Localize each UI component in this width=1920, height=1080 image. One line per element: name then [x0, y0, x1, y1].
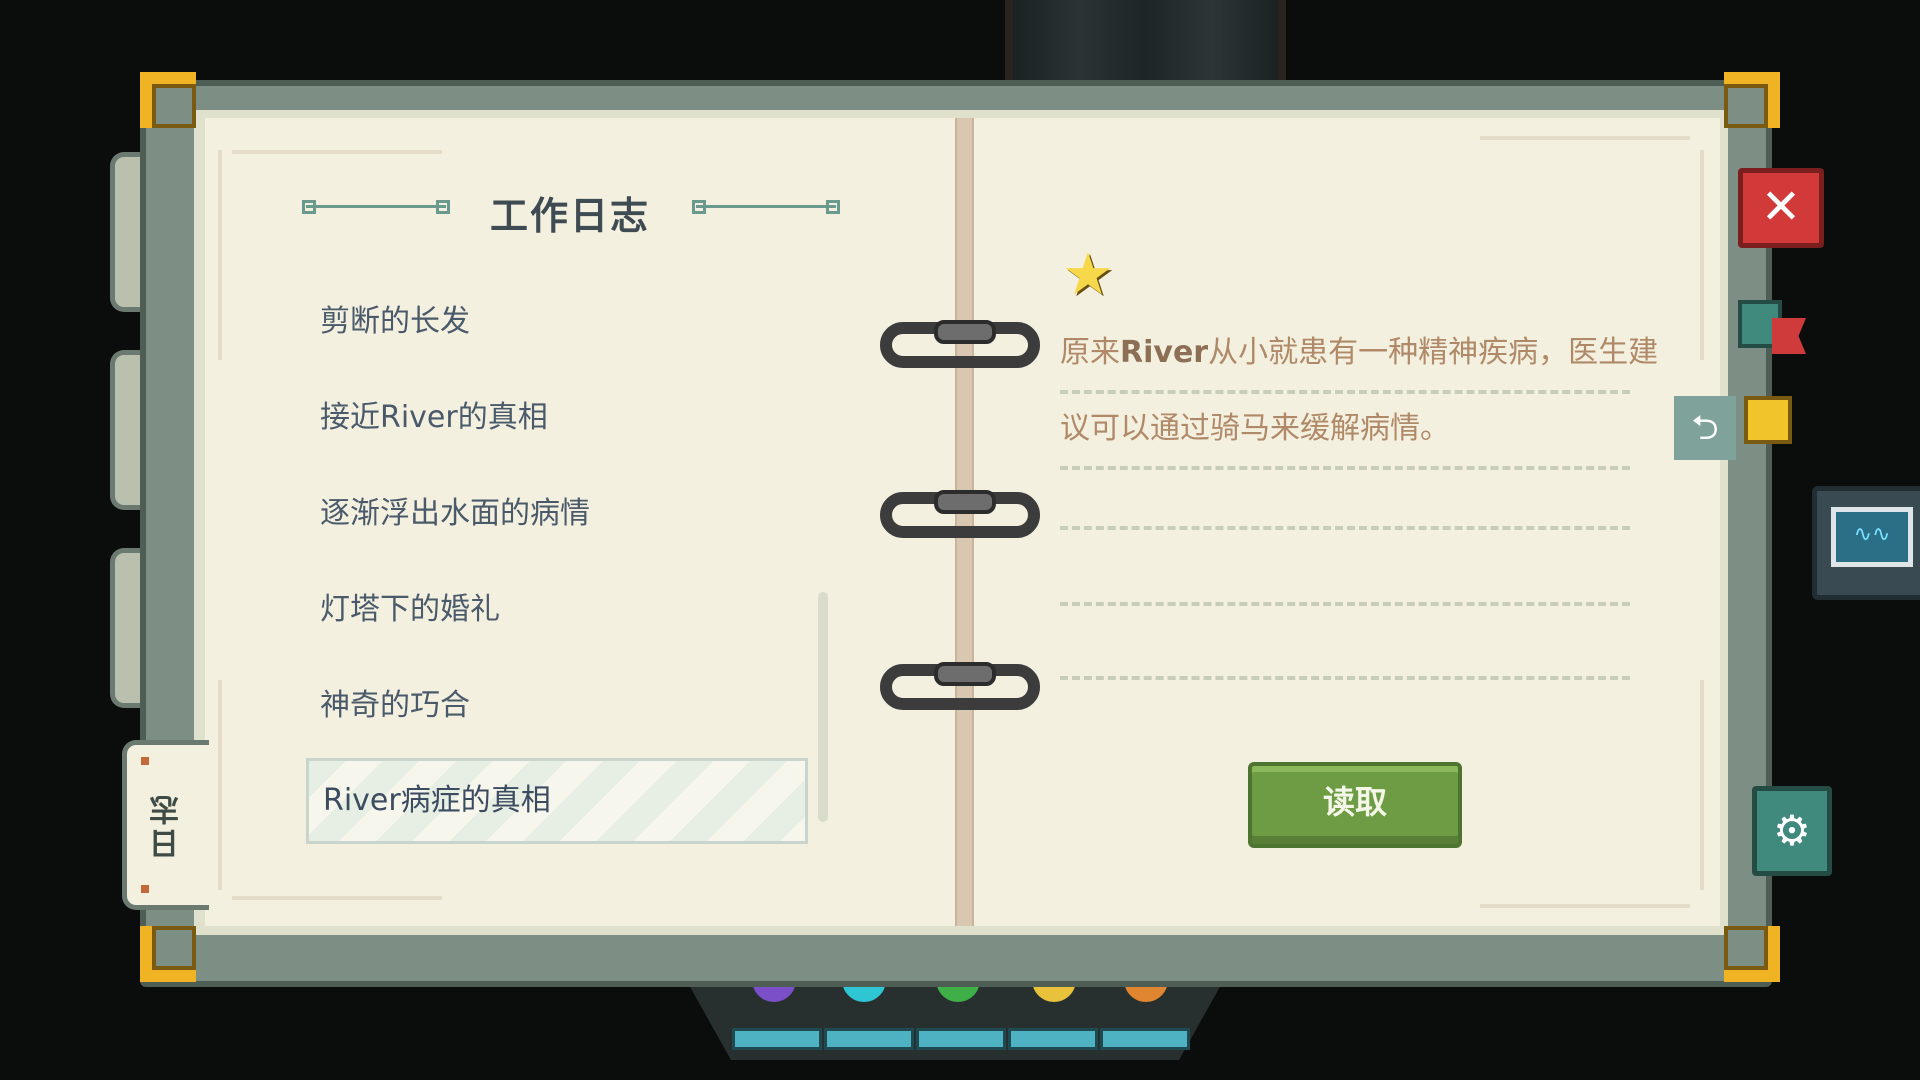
- empty-text-line: [1060, 522, 1630, 530]
- journal-entry-selected[interactable]: River病症的真相: [306, 758, 808, 844]
- empty-text-line: [1060, 598, 1630, 606]
- background-curtain: [1005, 0, 1286, 80]
- entry-list-scrollbar[interactable]: [818, 592, 828, 822]
- page-decoration: [232, 150, 442, 154]
- read-button[interactable]: 读取: [1248, 762, 1462, 848]
- page-decoration: [218, 680, 222, 890]
- empty-text-line: [1060, 672, 1630, 680]
- journal-entry[interactable]: 灯塔下的婚礼: [320, 580, 500, 640]
- frame-corner: [1724, 926, 1780, 982]
- title-ornament-left: [302, 200, 450, 219]
- journal-entry[interactable]: 逐渐浮出水面的病情: [320, 484, 590, 544]
- binder-ring: [880, 662, 1040, 710]
- binder-ring: [880, 490, 1040, 538]
- energy-bar-segment: [1008, 1028, 1098, 1050]
- bookmark-ribbon: [1744, 396, 1792, 444]
- page-decoration: [1700, 680, 1704, 890]
- frame-corner: [1724, 72, 1780, 128]
- energy-bar-segment: [916, 1028, 1006, 1050]
- page-decoration: [1480, 136, 1690, 140]
- gear-icon[interactable]: ⚙: [1752, 786, 1832, 876]
- detail-text-line: 议可以通过骑马来缓解病情。: [1060, 392, 1630, 470]
- energy-bar-segment: [732, 1028, 822, 1050]
- page-decoration: [218, 150, 222, 360]
- tab-dot: [141, 885, 149, 893]
- close-icon[interactable]: ✕: [1738, 168, 1824, 248]
- bookmark-ribbon: [1772, 318, 1806, 354]
- star-icon: ★: [1062, 240, 1114, 308]
- tab-journal[interactable]: 日志: [122, 740, 209, 910]
- journal-entry[interactable]: 剪断的长发: [320, 292, 470, 352]
- monitor-screen: ∿∿: [1831, 507, 1913, 567]
- energy-bar-segment: [824, 1028, 914, 1050]
- frame-corner: [140, 72, 196, 128]
- energy-bar-segment: [1100, 1028, 1190, 1050]
- page-decoration: [1700, 150, 1704, 360]
- frame-corner: [140, 926, 196, 982]
- binder-ring: [880, 320, 1040, 368]
- journal-entry[interactable]: 神奇的巧合: [320, 676, 470, 736]
- page-decoration: [1480, 904, 1690, 908]
- monitor-icon[interactable]: ∿∿: [1812, 486, 1920, 600]
- journal-entry[interactable]: 接近River的真相: [320, 388, 548, 448]
- title-ornament-right: [692, 200, 840, 219]
- page-title: 工作日志: [489, 194, 650, 238]
- back-icon[interactable]: ⮌: [1674, 396, 1736, 460]
- page-decoration: [232, 896, 442, 900]
- detail-text-line: 原来River从小就患有一种精神疾病，医生建: [1060, 316, 1658, 394]
- tab-dot: [141, 757, 149, 765]
